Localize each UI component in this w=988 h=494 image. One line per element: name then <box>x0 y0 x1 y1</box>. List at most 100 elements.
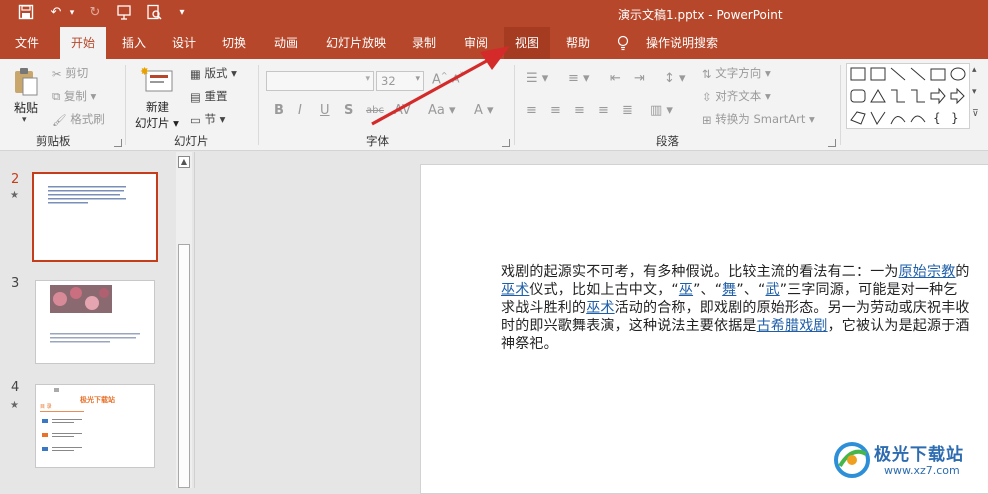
hyperlink[interactable]: 古希腊戏剧 <box>757 318 828 334</box>
text-direction-button[interactable]: ⇅ 文字方向 ▾ <box>702 65 771 81</box>
underline-icon[interactable]: U <box>320 103 330 118</box>
section-label: 节 <box>204 112 217 126</box>
slide-number: 2 <box>11 172 20 187</box>
scissors-icon: ✂ <box>52 66 62 81</box>
hyperlink[interactable]: 舞 <box>722 282 736 298</box>
slide-number: 4 <box>11 380 20 395</box>
text-run: ”、“ <box>693 282 723 298</box>
ribbon-tabs: 文件 开始 插入 设计 切换 动画 幻灯片放映 录制 审阅 视图 帮助 操作说明… <box>0 27 988 59</box>
hyperlink[interactable]: 巫术 <box>501 282 529 298</box>
new-slide-label-1[interactable]: 新建 <box>146 99 169 115</box>
tab-slideshow[interactable]: 幻灯片放映 <box>318 27 394 59</box>
svg-text:}: } <box>951 111 959 125</box>
redo-icon[interactable]: ↻ <box>86 4 104 22</box>
italic-icon[interactable]: I <box>298 103 302 118</box>
copy-button[interactable]: ⧉ 复制 ▾ <box>52 88 96 104</box>
increase-indent-icon[interactable]: ⇥ <box>634 71 645 86</box>
clipboard-launcher-icon[interactable] <box>114 139 122 147</box>
shadow-icon[interactable]: S <box>344 103 353 118</box>
tab-insert[interactable]: 插入 <box>112 27 156 59</box>
brush-icon: 🖌 <box>52 112 67 127</box>
decrease-font-icon[interactable]: A˅ <box>452 71 464 86</box>
smartart-icon: ⊞ <box>702 112 712 127</box>
font-color-icon[interactable]: A ▾ <box>474 103 494 118</box>
bullets-icon[interactable]: ☰ ▾ <box>526 71 548 86</box>
slide-number: 3 <box>11 276 20 291</box>
hyperlink[interactable]: 原始宗教 <box>899 264 956 280</box>
scroll-up-icon[interactable]: ▲ <box>178 156 190 168</box>
gallery-down-icon[interactable]: ▾ <box>972 87 977 97</box>
copy-icon: ⧉ <box>52 89 61 103</box>
align-right-icon[interactable]: ≡ <box>574 103 585 118</box>
shapes-gallery-icons: {} <box>850 67 966 125</box>
slide-body-text[interactable]: 戏剧的起源实不可考，有多种假说。比较主流的看法有二：一为原始宗教的巫术仪式，比如… <box>501 263 971 353</box>
distributed-icon[interactable]: ≣ <box>622 103 633 118</box>
tab-file[interactable]: 文件 <box>6 27 48 59</box>
scroll-thumb[interactable] <box>178 244 190 488</box>
tab-view[interactable]: 视图 <box>504 27 550 59</box>
tab-transitions[interactable]: 切换 <box>212 27 256 59</box>
text-run: ”、“ <box>736 282 766 298</box>
font-size-field[interactable]: 32 ▾ <box>376 71 424 91</box>
paste-icon[interactable] <box>12 67 40 100</box>
shapes-gallery[interactable]: {} <box>846 63 970 129</box>
save-icon[interactable] <box>16 4 36 22</box>
layout-button[interactable]: ▦ 版式 ▾ <box>190 65 237 81</box>
columns-icon[interactable]: ▥ ▾ <box>650 103 673 118</box>
new-slide-button[interactable]: 幻灯片 ▾ <box>135 115 179 131</box>
increase-font-icon[interactable]: A^ <box>432 71 448 87</box>
tab-help[interactable]: 帮助 <box>556 27 600 59</box>
font-launcher-icon[interactable] <box>502 139 510 147</box>
chevron-down-icon: ▾ <box>415 74 420 84</box>
font-name-field[interactable]: ▾ <box>266 71 374 91</box>
hyperlink[interactable]: 巫术 <box>586 300 614 316</box>
align-text-icon: ⇳ <box>702 89 712 104</box>
slide-thumbnail-3[interactable] <box>35 280 155 364</box>
undo-dropdown-icon[interactable]: ▾ <box>66 4 78 22</box>
paste-dropdown-icon[interactable]: ▾ <box>22 115 27 125</box>
slide-thumbnail-2[interactable] <box>32 172 158 262</box>
change-case-icon[interactable]: Aa ▾ <box>428 103 456 118</box>
transition-star-icon: ★ <box>10 400 19 411</box>
hyperlink[interactable]: 武 <box>765 282 779 298</box>
title-bar: ↶ ▾ ↻ ▾ 演示文稿1.pptx - PowerPoint <box>0 0 988 27</box>
group-separator <box>840 65 841 145</box>
tab-design[interactable]: 设计 <box>162 27 206 59</box>
decrease-indent-icon[interactable]: ⇤ <box>610 71 621 86</box>
paragraph-launcher-icon[interactable] <box>828 139 836 147</box>
slide-thumbnail-4[interactable]: 极光下载站 目 录 <box>35 384 155 468</box>
undo-icon[interactable]: ↶ <box>46 4 66 22</box>
reset-button[interactable]: ▤ 重置 <box>190 88 228 104</box>
gallery-up-icon[interactable]: ▴ <box>972 65 977 75</box>
thumbnail-scrollbar[interactable]: ▲ <box>176 152 192 488</box>
tab-home[interactable]: 开始 <box>60 27 106 59</box>
gallery-more-icon[interactable]: ⊽ <box>972 109 979 119</box>
align-text-button[interactable]: ⇳ 对齐文本 ▾ <box>702 88 771 104</box>
tab-record[interactable]: 录制 <box>402 27 446 59</box>
format-painter-button[interactable]: 🖌 格式刷 <box>52 111 105 127</box>
hyperlink[interactable]: 巫 <box>679 282 693 298</box>
tab-review[interactable]: 审阅 <box>454 27 498 59</box>
tab-animations[interactable]: 动画 <box>264 27 308 59</box>
align-center-icon[interactable]: ≡ <box>550 103 561 118</box>
justify-icon[interactable]: ≡ <box>598 103 609 118</box>
line-spacing-icon[interactable]: ↕ ▾ <box>664 71 686 86</box>
section-button[interactable]: ▭ 节 ▾ <box>190 111 225 127</box>
align-left-icon[interactable]: ≡ <box>526 103 537 118</box>
layout-label: 版式 <box>204 66 228 80</box>
paragraph-group-label: 段落 <box>656 134 679 148</box>
numbering-icon[interactable]: ≡ ▾ <box>568 71 590 86</box>
strikethrough-icon[interactable]: abc <box>366 105 384 116</box>
tell-me-search[interactable]: 操作说明搜索 <box>640 27 724 59</box>
customize-qat-icon[interactable]: ▾ <box>176 4 188 22</box>
char-spacing-icon[interactable]: AV <box>394 103 411 118</box>
bold-icon[interactable]: B <box>274 103 284 118</box>
cut-button[interactable]: ✂ 剪切 <box>52 65 88 81</box>
present-from-start-icon[interactable] <box>114 4 134 22</box>
lightbulb-icon <box>616 27 630 59</box>
print-preview-icon[interactable] <box>144 4 164 22</box>
paste-button[interactable]: 粘贴 <box>14 99 38 116</box>
smartart-button[interactable]: ⊞ 转换为 SmartArt ▾ <box>702 111 815 127</box>
new-slide-icon[interactable]: ✸ <box>140 65 174 96</box>
font-group-label: 字体 <box>366 134 389 148</box>
